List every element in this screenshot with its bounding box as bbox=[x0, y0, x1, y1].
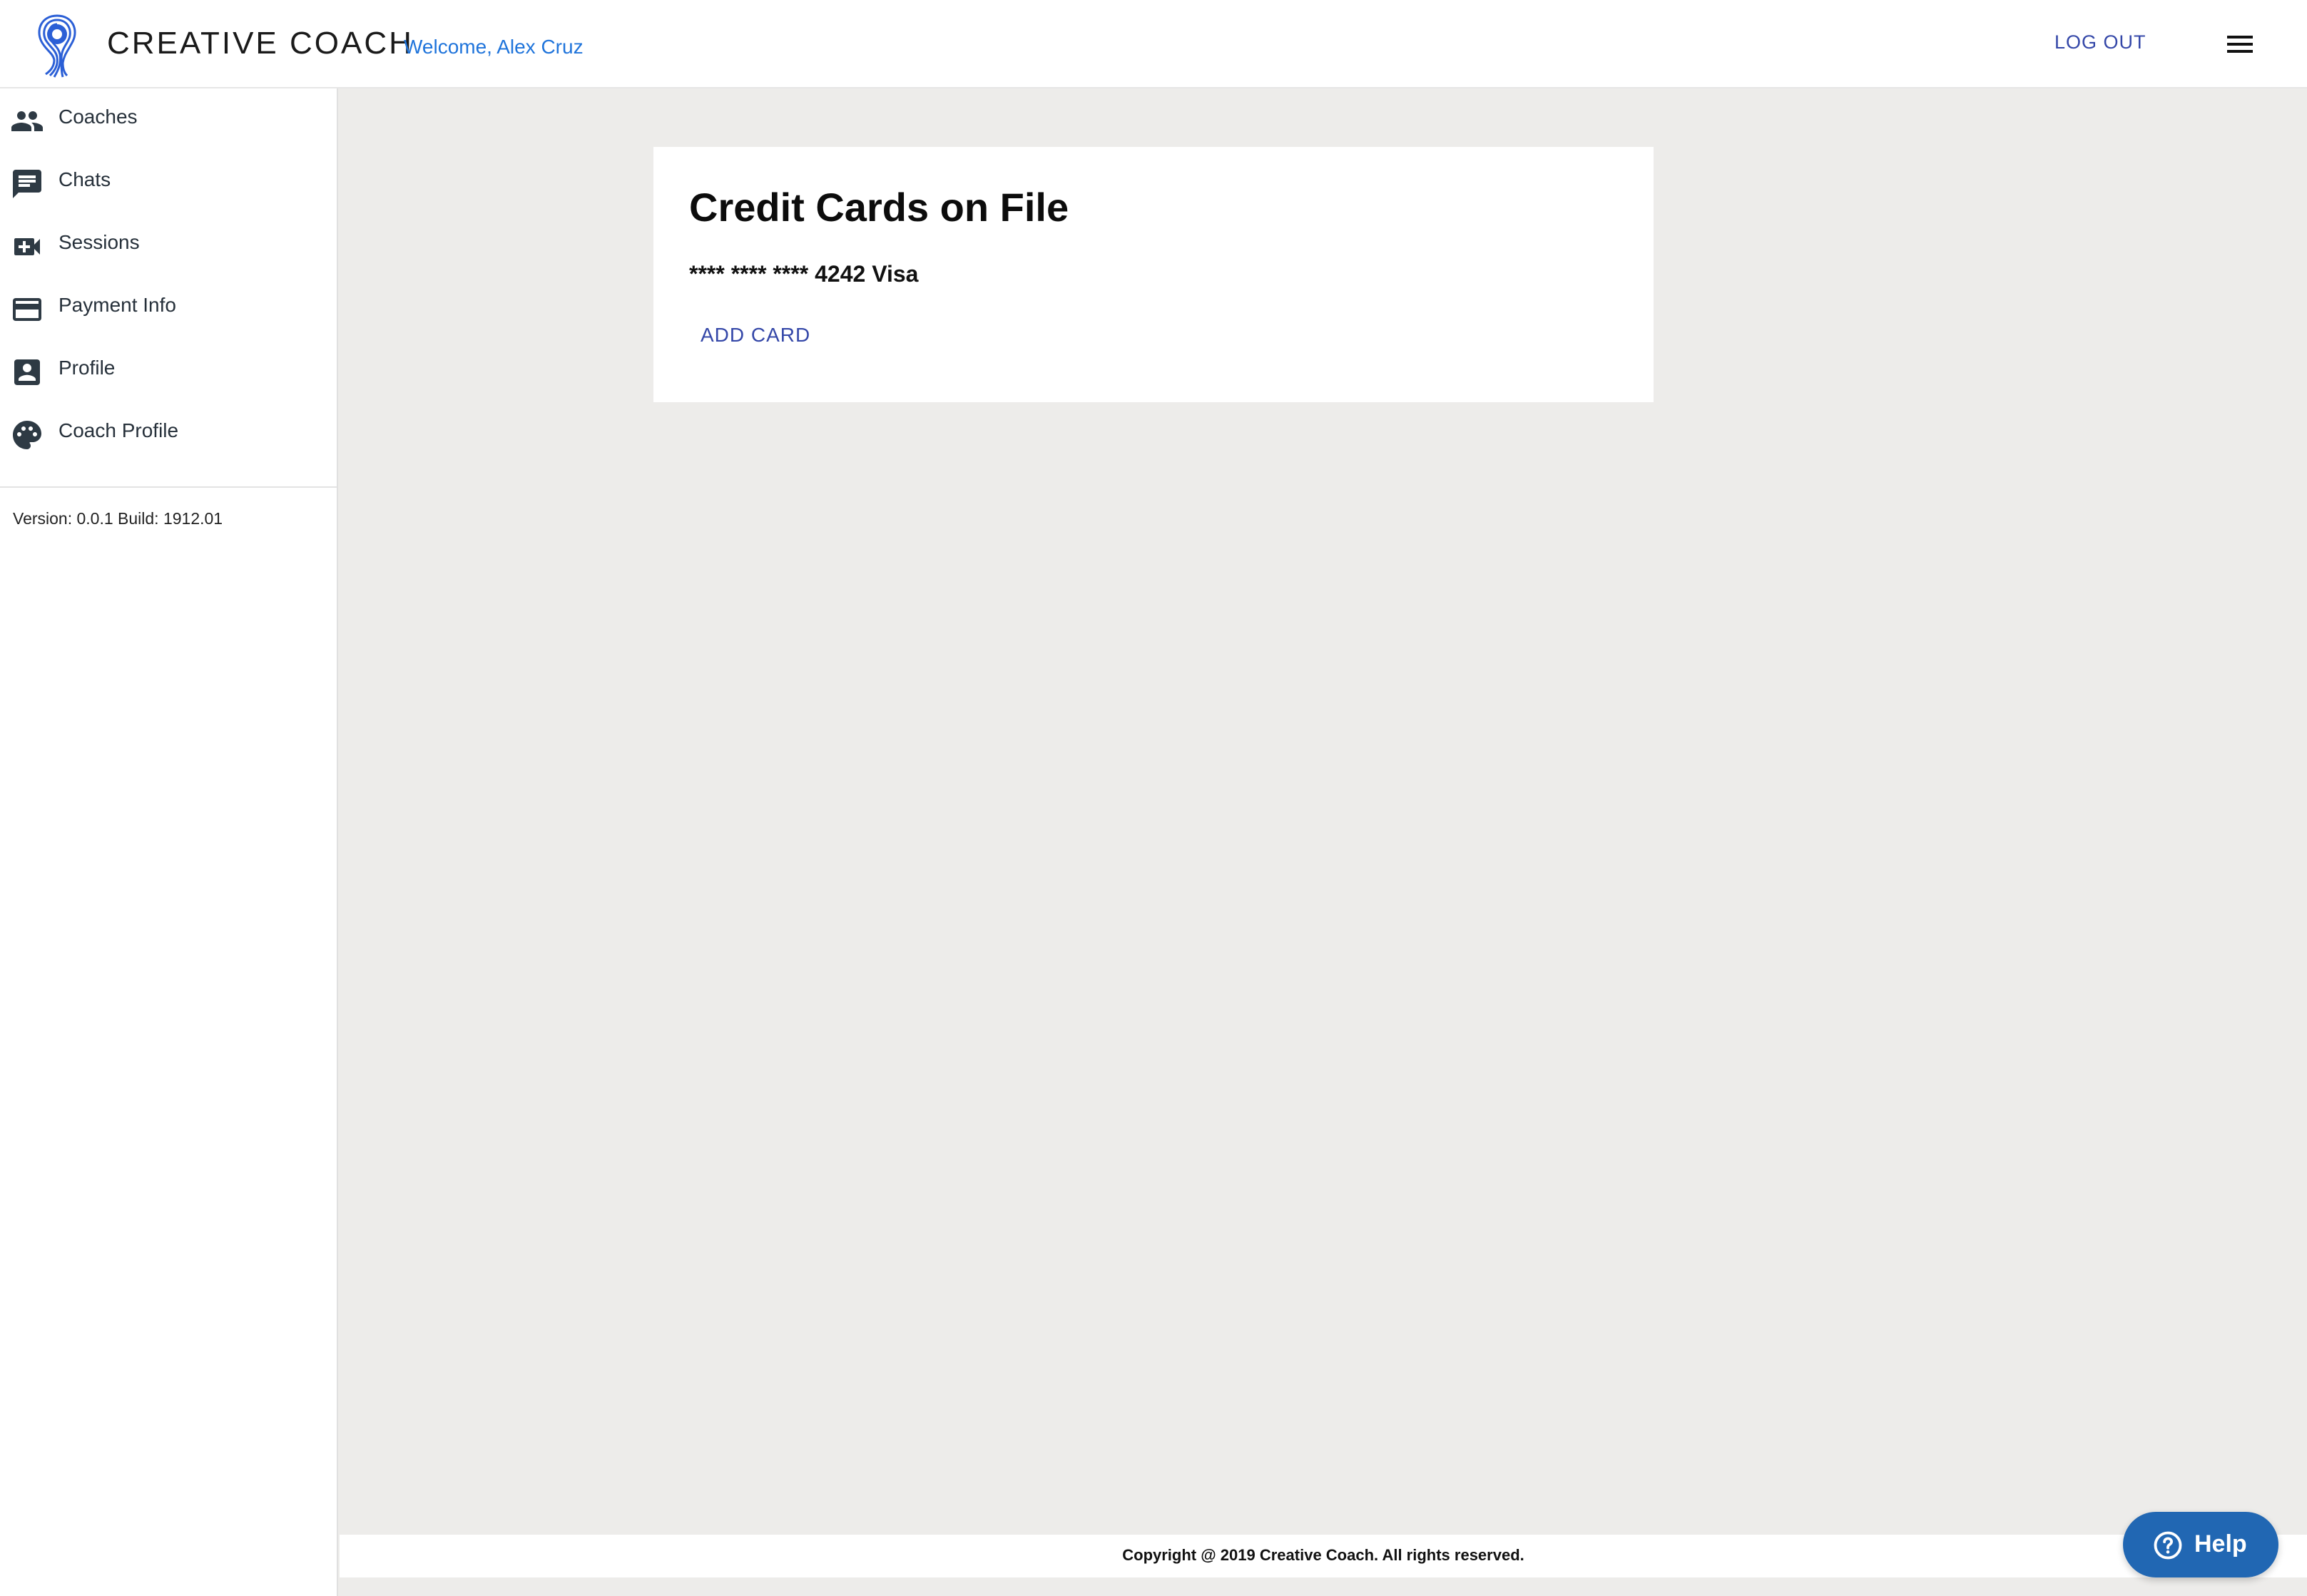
sidebar-item-coaches[interactable]: Coaches bbox=[0, 88, 337, 151]
coach-logo-icon[interactable] bbox=[29, 10, 86, 78]
sidebar-item-label: Profile bbox=[58, 357, 116, 379]
sidebar-item-profile[interactable]: Profile bbox=[0, 339, 337, 402]
add-card-button[interactable]: ADD CARD bbox=[689, 315, 822, 355]
credit-card-icon bbox=[13, 298, 41, 321]
video-add-icon bbox=[14, 238, 40, 255]
help-button[interactable]: Help bbox=[2123, 1512, 2278, 1577]
footer: Copyright @ 2019 Creative Coach. All rig… bbox=[340, 1535, 2307, 1577]
people-icon bbox=[11, 111, 43, 131]
sidebar-divider bbox=[0, 486, 337, 488]
credit-cards-card: Credit Cards on File **** **** **** 4242… bbox=[653, 147, 1654, 402]
sidebar-item-sessions[interactable]: Sessions bbox=[0, 214, 337, 277]
brand-name: CREATIVE COACH bbox=[107, 26, 414, 61]
page-title: Credit Cards on File bbox=[689, 185, 1069, 230]
hamburger-menu-icon bbox=[2227, 36, 2253, 53]
sidebar: Coaches Chats Sessions Payment Info Prof… bbox=[0, 88, 338, 1596]
sidebar-item-coach-profile[interactable]: Coach Profile bbox=[0, 402, 337, 465]
contact-card-icon bbox=[14, 359, 40, 385]
logout-button[interactable]: LOG OUT bbox=[2054, 31, 2146, 53]
sidebar-item-label: Chats bbox=[58, 168, 111, 190]
palette-icon bbox=[13, 421, 41, 449]
sidebar-item-chats[interactable]: Chats bbox=[0, 151, 337, 214]
chat-icon bbox=[13, 170, 41, 198]
hamburger-menu-button[interactable] bbox=[2223, 31, 2257, 57]
sidebar-item-label: Sessions bbox=[58, 231, 140, 253]
app-root: CREATIVE COACH Welcome, Alex Cruz LOG OU… bbox=[0, 0, 2307, 1596]
saved-card-entry: **** **** **** 4242 Visa bbox=[689, 261, 919, 287]
welcome-text: Welcome, Alex Cruz bbox=[404, 36, 584, 58]
question-circle-icon bbox=[2154, 1531, 2182, 1560]
sidebar-item-payment-info[interactable]: Payment Info bbox=[0, 277, 337, 339]
help-label: Help bbox=[2194, 1530, 2247, 1557]
sidebar-item-label: Coach Profile bbox=[58, 419, 179, 441]
copyright-text: Copyright @ 2019 Creative Coach. All rig… bbox=[1122, 1546, 1524, 1564]
top-header: CREATIVE COACH Welcome, Alex Cruz LOG OU… bbox=[0, 0, 2307, 88]
sidebar-item-label: Coaches bbox=[58, 106, 138, 128]
version-text: Version: 0.0.1 Build: 1912.01 bbox=[13, 509, 223, 528]
sidebar-item-label: Payment Info bbox=[58, 294, 176, 316]
